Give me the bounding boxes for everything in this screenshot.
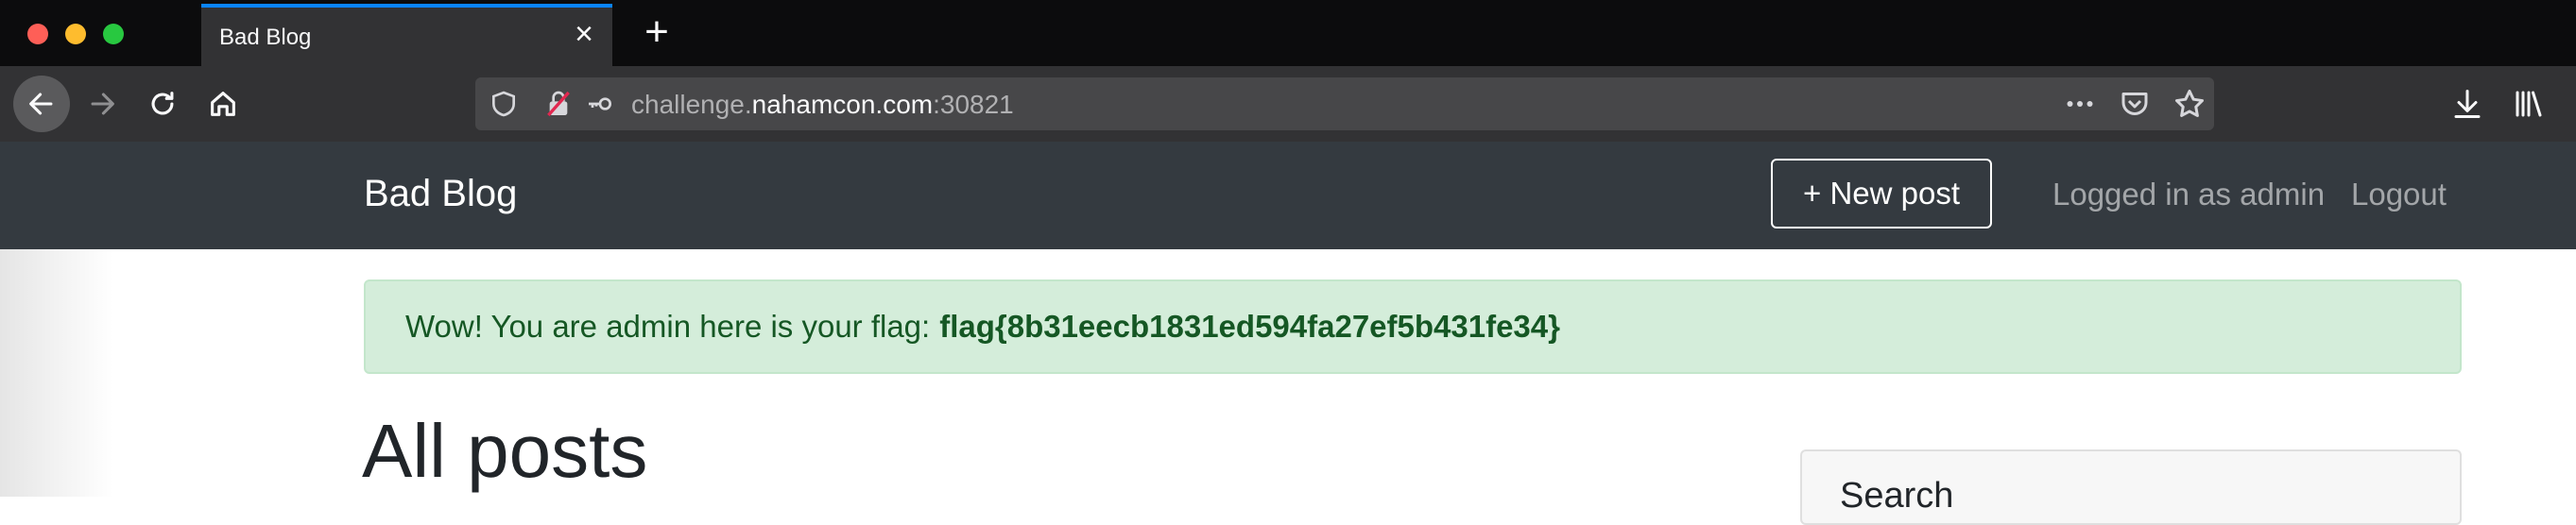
home-icon[interactable] (197, 77, 249, 130)
new-post-button[interactable]: + New post (1771, 159, 1992, 229)
url-port: :30821 (933, 90, 1014, 119)
reload-icon[interactable] (136, 77, 189, 130)
url-text[interactable]: challenge.nahamcon.com:30821 (631, 90, 1014, 120)
logout-link[interactable]: Logout (2351, 177, 2447, 212)
browser-titlebar: Bad Blog × + (0, 0, 2576, 66)
url-prefix: challenge. (631, 90, 752, 119)
url-host: nahamcon.com (751, 90, 934, 119)
flag-alert: Wow! You are admin here is your flag: fl… (364, 279, 2462, 374)
forward-icon[interactable] (76, 77, 129, 130)
alert-message: Wow! You are admin here is your flag: (405, 309, 931, 344)
alert-flag: flag{8b31eecb1831ed594fa27ef5b431fe34} (939, 309, 1560, 344)
download-icon[interactable] (2450, 87, 2484, 121)
key-icon[interactable] (585, 89, 615, 119)
new-tab-icon[interactable]: + (636, 11, 678, 55)
url-bar[interactable]: challenge.nahamcon.com:30821 (475, 77, 2214, 130)
browser-tab[interactable]: Bad Blog × (201, 4, 612, 66)
site-navbar: Bad Blog + New post Logged in as admin L… (0, 142, 2576, 249)
star-icon[interactable] (2172, 87, 2207, 121)
library-icon[interactable] (2512, 87, 2546, 121)
pocket-icon[interactable] (2118, 87, 2152, 121)
close-tab-icon[interactable]: × (569, 18, 599, 50)
page-title: All posts (362, 409, 648, 493)
shield-icon[interactable] (489, 89, 519, 119)
close-window-button[interactable] (27, 24, 48, 44)
tab-title: Bad Blog (219, 25, 312, 50)
page-edge-shadow (0, 249, 113, 497)
maximize-window-button[interactable] (103, 24, 124, 44)
insecure-lock-icon[interactable] (543, 89, 574, 119)
more-icon[interactable] (2063, 87, 2097, 121)
site-brand[interactable]: Bad Blog (364, 173, 517, 215)
search-card: Search (1800, 449, 2462, 525)
back-icon[interactable] (13, 76, 70, 132)
logged-in-link[interactable]: Logged in as admin (2052, 177, 2325, 212)
minimize-window-button[interactable] (65, 24, 86, 44)
